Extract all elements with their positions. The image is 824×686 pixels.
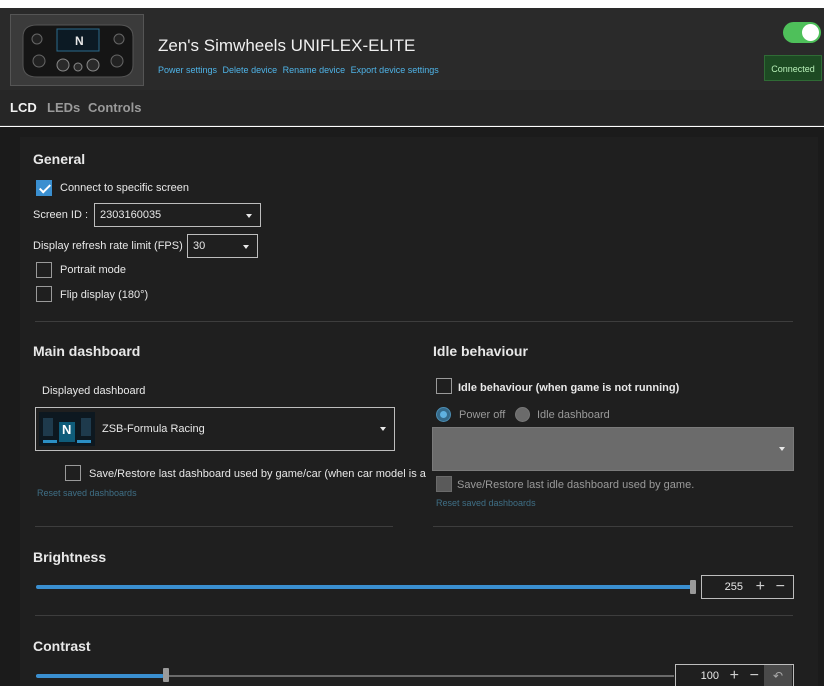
brightness-input[interactable]: 255 + −: [701, 575, 794, 599]
chevron-down-icon: [246, 214, 252, 218]
idle-behaviour-checkbox[interactable]: [436, 378, 452, 394]
contrast-increase-button[interactable]: +: [730, 665, 739, 686]
tab-controls[interactable]: Controls: [88, 100, 141, 115]
rename-device-link[interactable]: Rename device: [283, 65, 346, 75]
chevron-down-icon: [779, 447, 785, 451]
section-divider: [35, 321, 793, 322]
portrait-mode-label: Portrait mode: [60, 264, 127, 276]
device-header: N Zen's Simwheels UNIFLEX-ELITE Power se…: [0, 8, 824, 90]
brightness-decrease-button[interactable]: −: [776, 576, 785, 598]
save-restore-dashboard-checkbox[interactable]: [65, 465, 81, 481]
tab-bar: LCD LEDs Controls: [0, 90, 824, 126]
dashboard-name: ZSB-Formula Racing: [102, 423, 205, 435]
chevron-down-icon: [243, 245, 249, 249]
brightness-slider-thumb[interactable]: [690, 580, 696, 594]
contrast-heading: Contrast: [33, 638, 91, 654]
content-area: General Connect to specific screen Scree…: [0, 127, 824, 686]
screen-id-value: 2303160035: [100, 209, 162, 221]
idle-behaviour-heading: Idle behaviour: [433, 343, 528, 359]
chevron-down-icon: [380, 427, 386, 431]
save-restore-idle-label: Save/Restore last idle dashboard used by…: [457, 479, 695, 491]
flip-display-checkbox[interactable]: [36, 286, 52, 302]
tab-leds[interactable]: LEDs: [47, 100, 80, 115]
svg-text:N: N: [75, 34, 84, 48]
delete-device-link[interactable]: Delete device: [223, 65, 278, 75]
section-divider: [433, 526, 793, 527]
brightness-increase-button[interactable]: +: [756, 576, 765, 598]
undo-icon[interactable]: ↶: [764, 665, 792, 686]
export-device-settings-link[interactable]: Export device settings: [351, 65, 439, 75]
brightness-value: 255: [724, 581, 743, 593]
connect-screen-checkbox[interactable]: [36, 180, 52, 196]
refresh-rate-select[interactable]: 30: [187, 234, 258, 258]
idle-dashboard-radio[interactable]: [515, 407, 530, 422]
save-restore-dashboard-label: Save/Restore last dashboard used by game…: [89, 468, 426, 480]
device-enable-toggle[interactable]: [783, 22, 821, 43]
reset-saved-idle-dashboards-link[interactable]: Reset saved dashboards: [436, 498, 536, 508]
contrast-value: 100: [700, 670, 719, 682]
dashboard-select[interactable]: N ZSB-Formula Racing: [35, 407, 395, 451]
connection-status-badge: Connected: [764, 55, 822, 81]
contrast-decrease-button[interactable]: −: [750, 665, 759, 686]
wheel-thumbnail: N: [10, 14, 144, 86]
section-divider: [35, 615, 793, 616]
brightness-heading: Brightness: [33, 549, 107, 565]
dashboard-preview-thumbnail: N: [39, 412, 95, 446]
flip-display-label: Flip display (180°): [60, 289, 149, 301]
device-title: Zen's Simwheels UNIFLEX-ELITE: [158, 36, 416, 55]
svg-text:N: N: [62, 422, 71, 437]
contrast-slider-fill: [36, 674, 164, 678]
displayed-dashboard-label: Displayed dashboard: [42, 385, 146, 397]
general-heading: General: [33, 151, 86, 167]
power-off-label: Power off: [459, 409, 506, 421]
lcd-settings-panel: General Connect to specific screen Scree…: [20, 137, 818, 686]
connect-screen-label: Connect to specific screen: [60, 182, 190, 194]
refresh-rate-value: 30: [193, 240, 206, 252]
power-settings-link[interactable]: Power settings: [158, 65, 217, 75]
idle-dashboard-select[interactable]: [432, 427, 794, 471]
portrait-mode-checkbox[interactable]: [36, 262, 52, 278]
reset-saved-dashboards-link[interactable]: Reset saved dashboards: [37, 488, 137, 498]
refresh-rate-label: Display refresh rate limit (FPS): [33, 240, 183, 252]
main-dashboard-heading: Main dashboard: [33, 343, 141, 359]
power-off-radio[interactable]: [436, 407, 451, 422]
idle-behaviour-label: Idle behaviour (when game is not running…: [458, 382, 680, 394]
brightness-slider-track[interactable]: [36, 585, 692, 589]
contrast-input[interactable]: 100 + − ↶: [675, 664, 794, 686]
save-restore-idle-checkbox[interactable]: [436, 476, 452, 492]
contrast-slider-thumb[interactable]: [163, 668, 169, 682]
section-divider: [35, 526, 393, 527]
idle-dashboard-label: Idle dashboard: [537, 409, 610, 421]
screen-id-label: Screen ID :: [33, 209, 89, 221]
device-links: Power settings Delete device Rename devi…: [158, 65, 442, 75]
tab-lcd[interactable]: LCD: [10, 100, 37, 115]
screen-id-select[interactable]: 2303160035: [94, 203, 261, 227]
